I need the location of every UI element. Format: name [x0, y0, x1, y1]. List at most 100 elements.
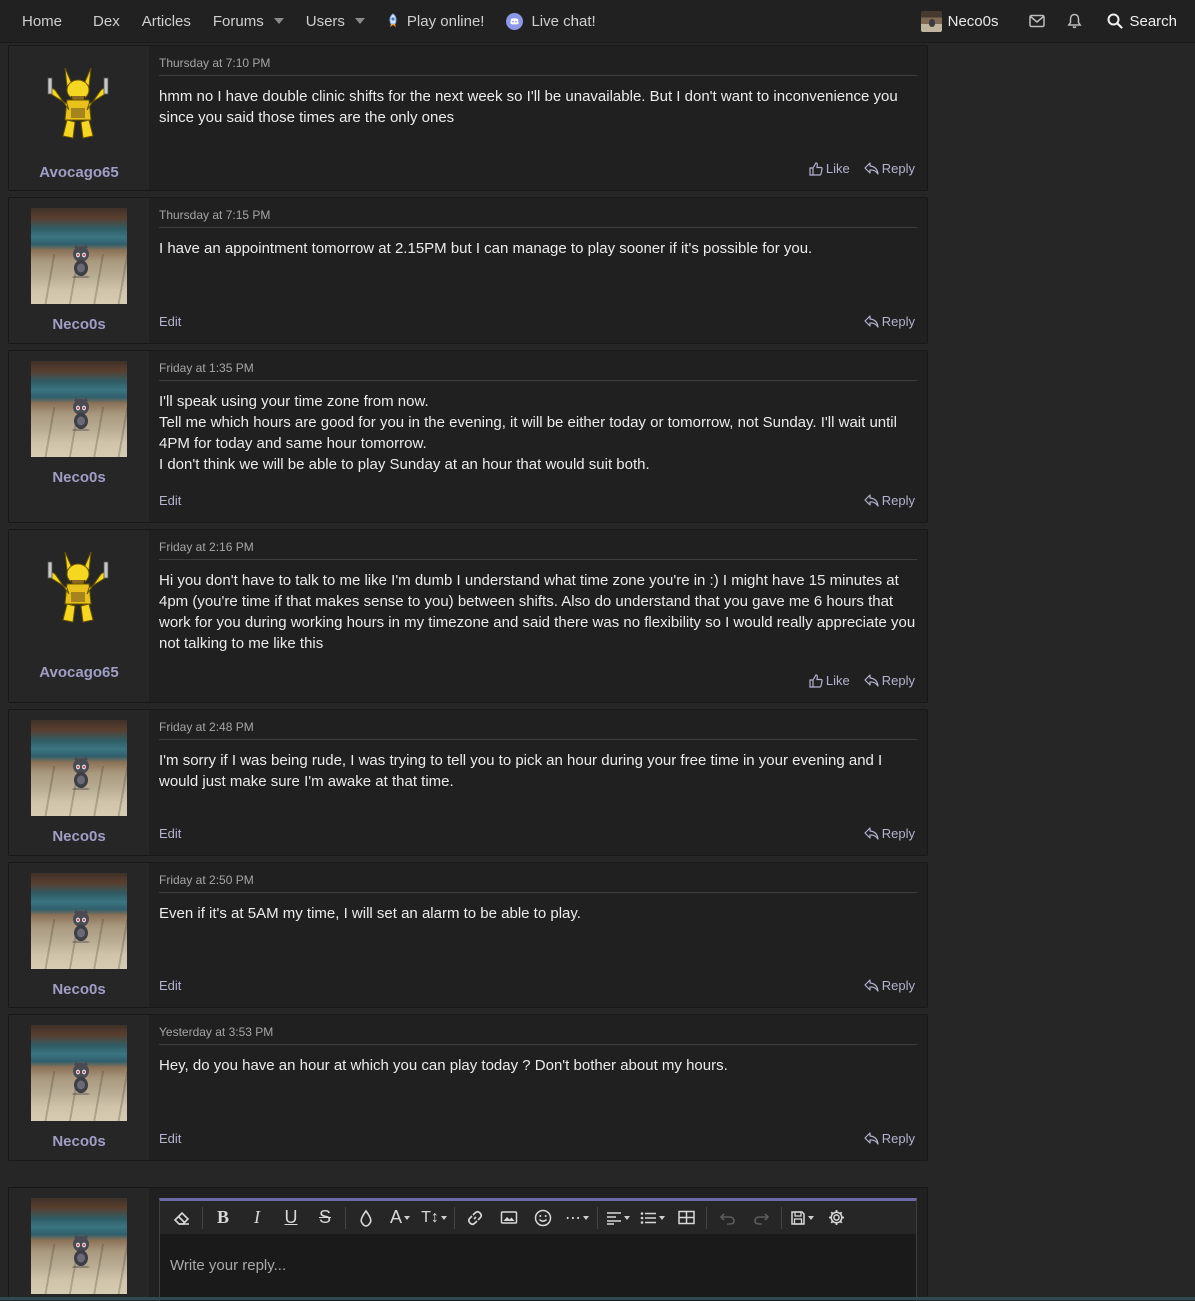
bold-icon[interactable]: B: [209, 1205, 237, 1231]
nav-home[interactable]: Home: [0, 0, 82, 42]
reply-button[interactable]: Reply: [864, 1131, 915, 1146]
post-action-group: Reply: [864, 826, 915, 841]
post-actions: Edit Reply: [159, 493, 915, 508]
post-author-panel: Neco0s: [9, 198, 149, 343]
image-icon[interactable]: [495, 1205, 523, 1231]
post-author-name[interactable]: Neco0s: [52, 1133, 105, 1150]
alakazam-sprite: [47, 551, 109, 623]
search-button[interactable]: Search: [1107, 13, 1177, 30]
post-timestamp[interactable]: Friday at 2:48 PM: [159, 720, 917, 740]
post-timestamp[interactable]: Friday at 1:35 PM: [159, 361, 917, 381]
reply-button[interactable]: Reply: [864, 493, 915, 508]
alakazam-sprite: [47, 67, 109, 139]
post-action-group: Reply: [864, 314, 915, 329]
edit-button[interactable]: Edit: [159, 978, 181, 993]
reply-icon: [864, 315, 879, 328]
chevron-down-icon: [658, 1215, 665, 1220]
post-body-text: I have an appointment tomorrow at 2.15PM…: [159, 240, 813, 257]
link-icon[interactable]: [461, 1205, 489, 1231]
post-timestamp[interactable]: Thursday at 7:15 PM: [159, 208, 917, 228]
nav-play-online[interactable]: Play online!: [376, 0, 496, 42]
edit-button[interactable]: Edit: [159, 314, 181, 329]
reply-icon: [864, 827, 879, 840]
chevron-down-icon: [404, 1215, 410, 1220]
post-timestamp[interactable]: Friday at 2:50 PM: [159, 873, 917, 893]
chevron-down-icon[interactable]: [354, 18, 365, 24]
reply-button[interactable]: Reply: [864, 673, 915, 688]
emoji-icon[interactable]: [529, 1205, 557, 1231]
bell-icon[interactable]: [1067, 13, 1083, 29]
post-author-name[interactable]: Neco0s: [52, 828, 105, 845]
post-author-name[interactable]: Avocago65: [39, 664, 118, 681]
undo-icon[interactable]: [713, 1205, 741, 1231]
chevron-down-icon: [583, 1215, 589, 1220]
settings-icon[interactable]: [822, 1205, 850, 1231]
post-body-text: Hey, do you have an hour at which you ca…: [159, 1057, 728, 1074]
reply-input[interactable]: [160, 1235, 916, 1295]
toolbar-divider: [597, 1206, 598, 1229]
post-timestamp[interactable]: Friday at 2:16 PM: [159, 540, 917, 560]
reply-button[interactable]: Reply: [864, 314, 915, 329]
post-action-group: Reply: [864, 978, 915, 993]
reply-button[interactable]: Reply: [864, 978, 915, 993]
list-icon[interactable]: [638, 1205, 666, 1231]
like-button[interactable]: Like: [809, 161, 850, 176]
table-icon[interactable]: [672, 1205, 700, 1231]
align-icon[interactable]: [604, 1205, 632, 1231]
post-message: Neco0s Friday at 2:48 PM I'm sorry if I …: [8, 709, 928, 856]
avatar[interactable]: [31, 540, 127, 636]
post-author-panel: Avocago65: [9, 530, 149, 702]
post-message: Neco0s Thursday at 7:15 PM I have an app…: [8, 197, 928, 344]
more-icon[interactable]: ⋯: [563, 1205, 591, 1231]
font-family-icon[interactable]: A: [386, 1205, 414, 1231]
avatar[interactable]: [31, 56, 127, 152]
post-author-name[interactable]: Avocago65: [39, 164, 118, 181]
strikethrough-icon[interactable]: S: [311, 1205, 339, 1231]
font-size-icon[interactable]: T↕: [420, 1205, 448, 1231]
edit-button[interactable]: Edit: [159, 493, 181, 508]
nav-live-chat[interactable]: Live chat!: [495, 0, 606, 42]
post-content: Thursday at 7:15 PM I have an appointmen…: [149, 198, 927, 343]
post-author-panel: Neco0s: [9, 351, 149, 522]
avatar[interactable]: [31, 873, 127, 969]
like-button[interactable]: Like: [809, 673, 850, 688]
text-color-icon[interactable]: [352, 1205, 380, 1231]
avatar[interactable]: [31, 1025, 127, 1121]
toolbar-divider: [781, 1206, 782, 1229]
post-body-text: Even if it's at 5AM my time, I will set …: [159, 905, 581, 922]
pokemon-sprite: [72, 909, 90, 943]
post-body-text: I'll speak using your time zone from now…: [159, 393, 897, 473]
post-actions: Like Reply: [159, 161, 915, 176]
reply-button[interactable]: Reply: [864, 161, 915, 176]
eraser-icon[interactable]: [168, 1205, 196, 1231]
nav-articles[interactable]: Articles: [131, 0, 202, 42]
post-author-name[interactable]: Neco0s: [52, 469, 105, 486]
rocket-icon: [387, 13, 399, 29]
post-content: Friday at 2:48 PM I'm sorry if I was bei…: [149, 710, 927, 855]
post-author-name[interactable]: Neco0s: [52, 981, 105, 998]
chevron-down-icon[interactable]: [273, 18, 284, 24]
edit-button[interactable]: Edit: [159, 826, 181, 841]
post-timestamp[interactable]: Thursday at 7:10 PM: [159, 56, 917, 76]
avatar[interactable]: [31, 720, 127, 816]
account-menu[interactable]: Neco0s: [920, 10, 998, 32]
post-timestamp[interactable]: Yesterday at 3:53 PM: [159, 1025, 917, 1045]
nav-users[interactable]: Users: [295, 0, 376, 42]
drafts-icon[interactable]: [788, 1205, 816, 1231]
nav-dex[interactable]: Dex: [82, 0, 131, 42]
inbox-icon[interactable]: [1029, 14, 1046, 28]
reply-button[interactable]: Reply: [864, 826, 915, 841]
redo-icon[interactable]: [747, 1205, 775, 1231]
nav-forums[interactable]: Forums: [202, 0, 295, 42]
italic-icon[interactable]: I: [243, 1205, 271, 1231]
avatar[interactable]: [31, 208, 127, 304]
nav-account: Neco0s Search: [920, 0, 1195, 42]
edit-button[interactable]: Edit: [159, 1131, 181, 1146]
avatar[interactable]: [31, 1198, 127, 1294]
post-author-name[interactable]: Neco0s: [52, 316, 105, 333]
nav-links: Home Dex Articles Forums Users Play onli…: [0, 0, 607, 42]
avatar[interactable]: [31, 361, 127, 457]
underline-icon[interactable]: U: [277, 1205, 305, 1231]
post-message: Avocago65 Friday at 2:16 PM Hi you don't…: [8, 529, 928, 703]
reply-icon: [864, 162, 879, 175]
